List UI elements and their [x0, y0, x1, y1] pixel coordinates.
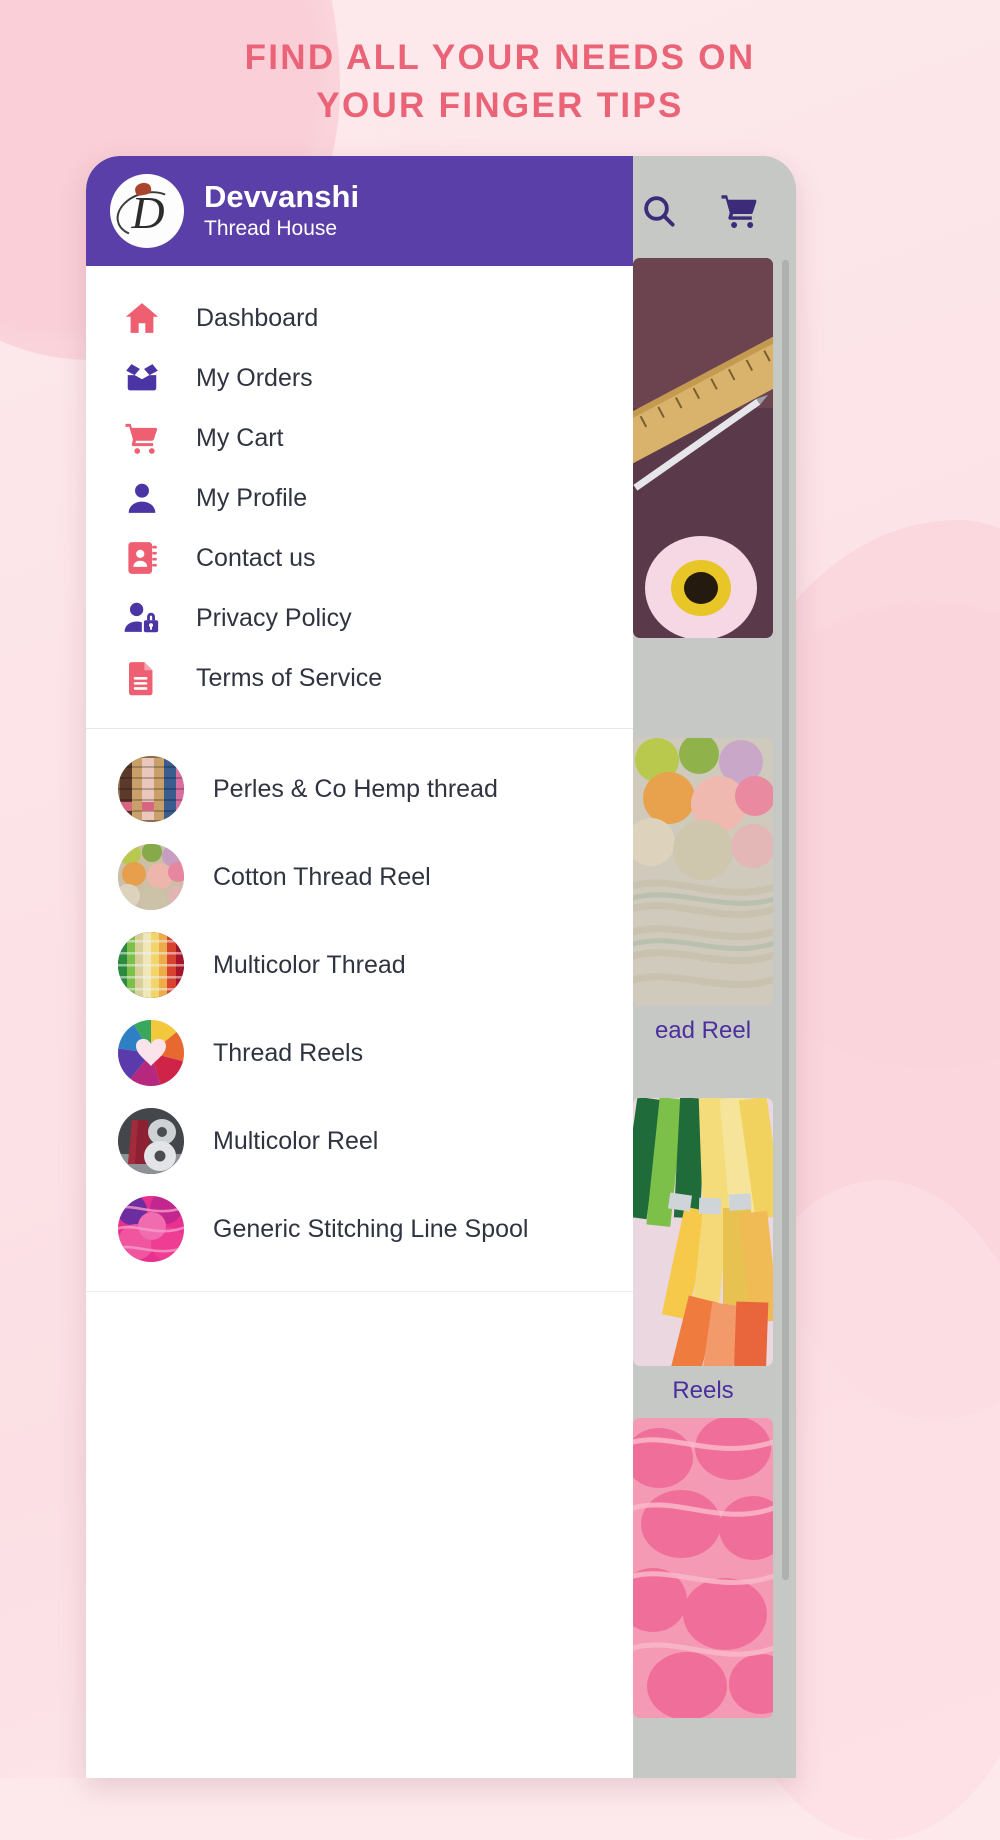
document-icon: [120, 656, 164, 700]
background-product-card[interactable]: [633, 258, 773, 649]
open-box-icon: [120, 356, 164, 400]
category-item-multicolor-reel[interactable]: Multicolor Reel: [86, 1097, 633, 1185]
category-thumbnail: [118, 844, 184, 910]
category-thumbnail: [118, 1020, 184, 1086]
brand-name: Devvanshi: [204, 179, 360, 214]
drawer-header: D Devvanshi Thread House: [86, 156, 633, 266]
menu-item-label: My Profile: [196, 483, 308, 512]
menu-item-dashboard[interactable]: Dashboard: [86, 288, 633, 348]
background-product-card[interactable]: Reels: [633, 1098, 773, 1405]
menu-item-my-orders[interactable]: My Orders: [86, 348, 633, 408]
menu-item-label: Dashboard: [196, 303, 319, 332]
user-lock-icon: [120, 596, 164, 640]
cart-icon[interactable]: [716, 188, 762, 234]
brand-logo-icon: D: [110, 174, 184, 248]
drawer-bottom-divider: [86, 1291, 633, 1292]
product-caption: Reels: [672, 1377, 734, 1404]
category-label: Multicolor Reel: [213, 1126, 379, 1155]
category-item-perles-co-hemp-thread[interactable]: Perles & Co Hemp thread: [86, 745, 633, 833]
category-thumbnail: [118, 932, 184, 998]
brand-subtitle: Thread House: [204, 217, 338, 240]
product-thumbnail: [633, 1418, 773, 1718]
drawer-menu-list: Dashboard My Orders My Cart My Profile C…: [86, 266, 633, 708]
app-scrollbar[interactable]: [782, 260, 789, 1580]
contact-book-icon: [120, 536, 164, 580]
category-thumbnail: [118, 1108, 184, 1174]
promo-headline: FIND ALL YOUR NEEDS ON YOUR FINGER TIPS: [0, 34, 1000, 130]
background-product-card[interactable]: [633, 1418, 773, 1729]
category-item-multicolor-thread[interactable]: Multicolor Thread: [86, 921, 633, 1009]
category-label: Cotton Thread Reel: [213, 862, 431, 891]
promo-headline-line-2: YOUR FINGER TIPS: [316, 86, 684, 125]
category-label: Perles & Co Hemp thread: [213, 774, 498, 803]
promo-headline-line-1: FIND ALL YOUR NEEDS ON: [244, 38, 756, 77]
user-icon: [120, 476, 164, 520]
menu-item-label: My Orders: [196, 363, 313, 392]
menu-item-my-cart[interactable]: My Cart: [86, 408, 633, 468]
navigation-drawer: D Devvanshi Thread House Dashboard My Or…: [86, 156, 633, 1778]
menu-item-terms-of-service[interactable]: Terms of Service: [86, 648, 633, 708]
category-label: Multicolor Thread: [213, 950, 406, 979]
shopping-cart-icon: [120, 416, 164, 460]
product-caption: ead Reel: [654, 1017, 752, 1044]
category-thumbnail: [118, 1196, 184, 1262]
category-item-cotton-thread-reel[interactable]: Cotton Thread Reel: [86, 833, 633, 921]
drawer-category-list: Perles & Co Hemp thread Cotton Thread Re…: [86, 729, 633, 1292]
brand-text: Devvanshi Thread House: [204, 179, 359, 243]
category-item-thread-reels[interactable]: Thread Reels: [86, 1009, 633, 1097]
phone-mockup: ead Reel Reels D Devvanshi Thread House …: [86, 156, 796, 1778]
menu-item-label: Terms of Service: [196, 663, 383, 692]
background-product-card[interactable]: ead Reel: [633, 738, 773, 1045]
menu-item-label: My Cart: [196, 423, 284, 452]
category-item-generic-stitching-line-spool[interactable]: Generic Stitching Line Spool: [86, 1185, 633, 1273]
menu-item-label: Contact us: [196, 543, 316, 572]
menu-item-privacy-policy[interactable]: Privacy Policy: [86, 588, 633, 648]
menu-item-contact-us[interactable]: Contact us: [86, 528, 633, 588]
menu-item-my-profile[interactable]: My Profile: [86, 468, 633, 528]
category-label: Thread Reels: [213, 1038, 364, 1067]
product-thumbnail: [633, 1098, 773, 1366]
product-thumbnail: [633, 258, 773, 638]
search-icon[interactable]: [636, 188, 682, 234]
category-thumbnail: [118, 756, 184, 822]
category-label: Generic Stitching Line Spool: [213, 1214, 529, 1243]
menu-item-label: Privacy Policy: [196, 603, 352, 632]
home-icon: [120, 296, 164, 340]
product-thumbnail: [633, 738, 773, 1006]
